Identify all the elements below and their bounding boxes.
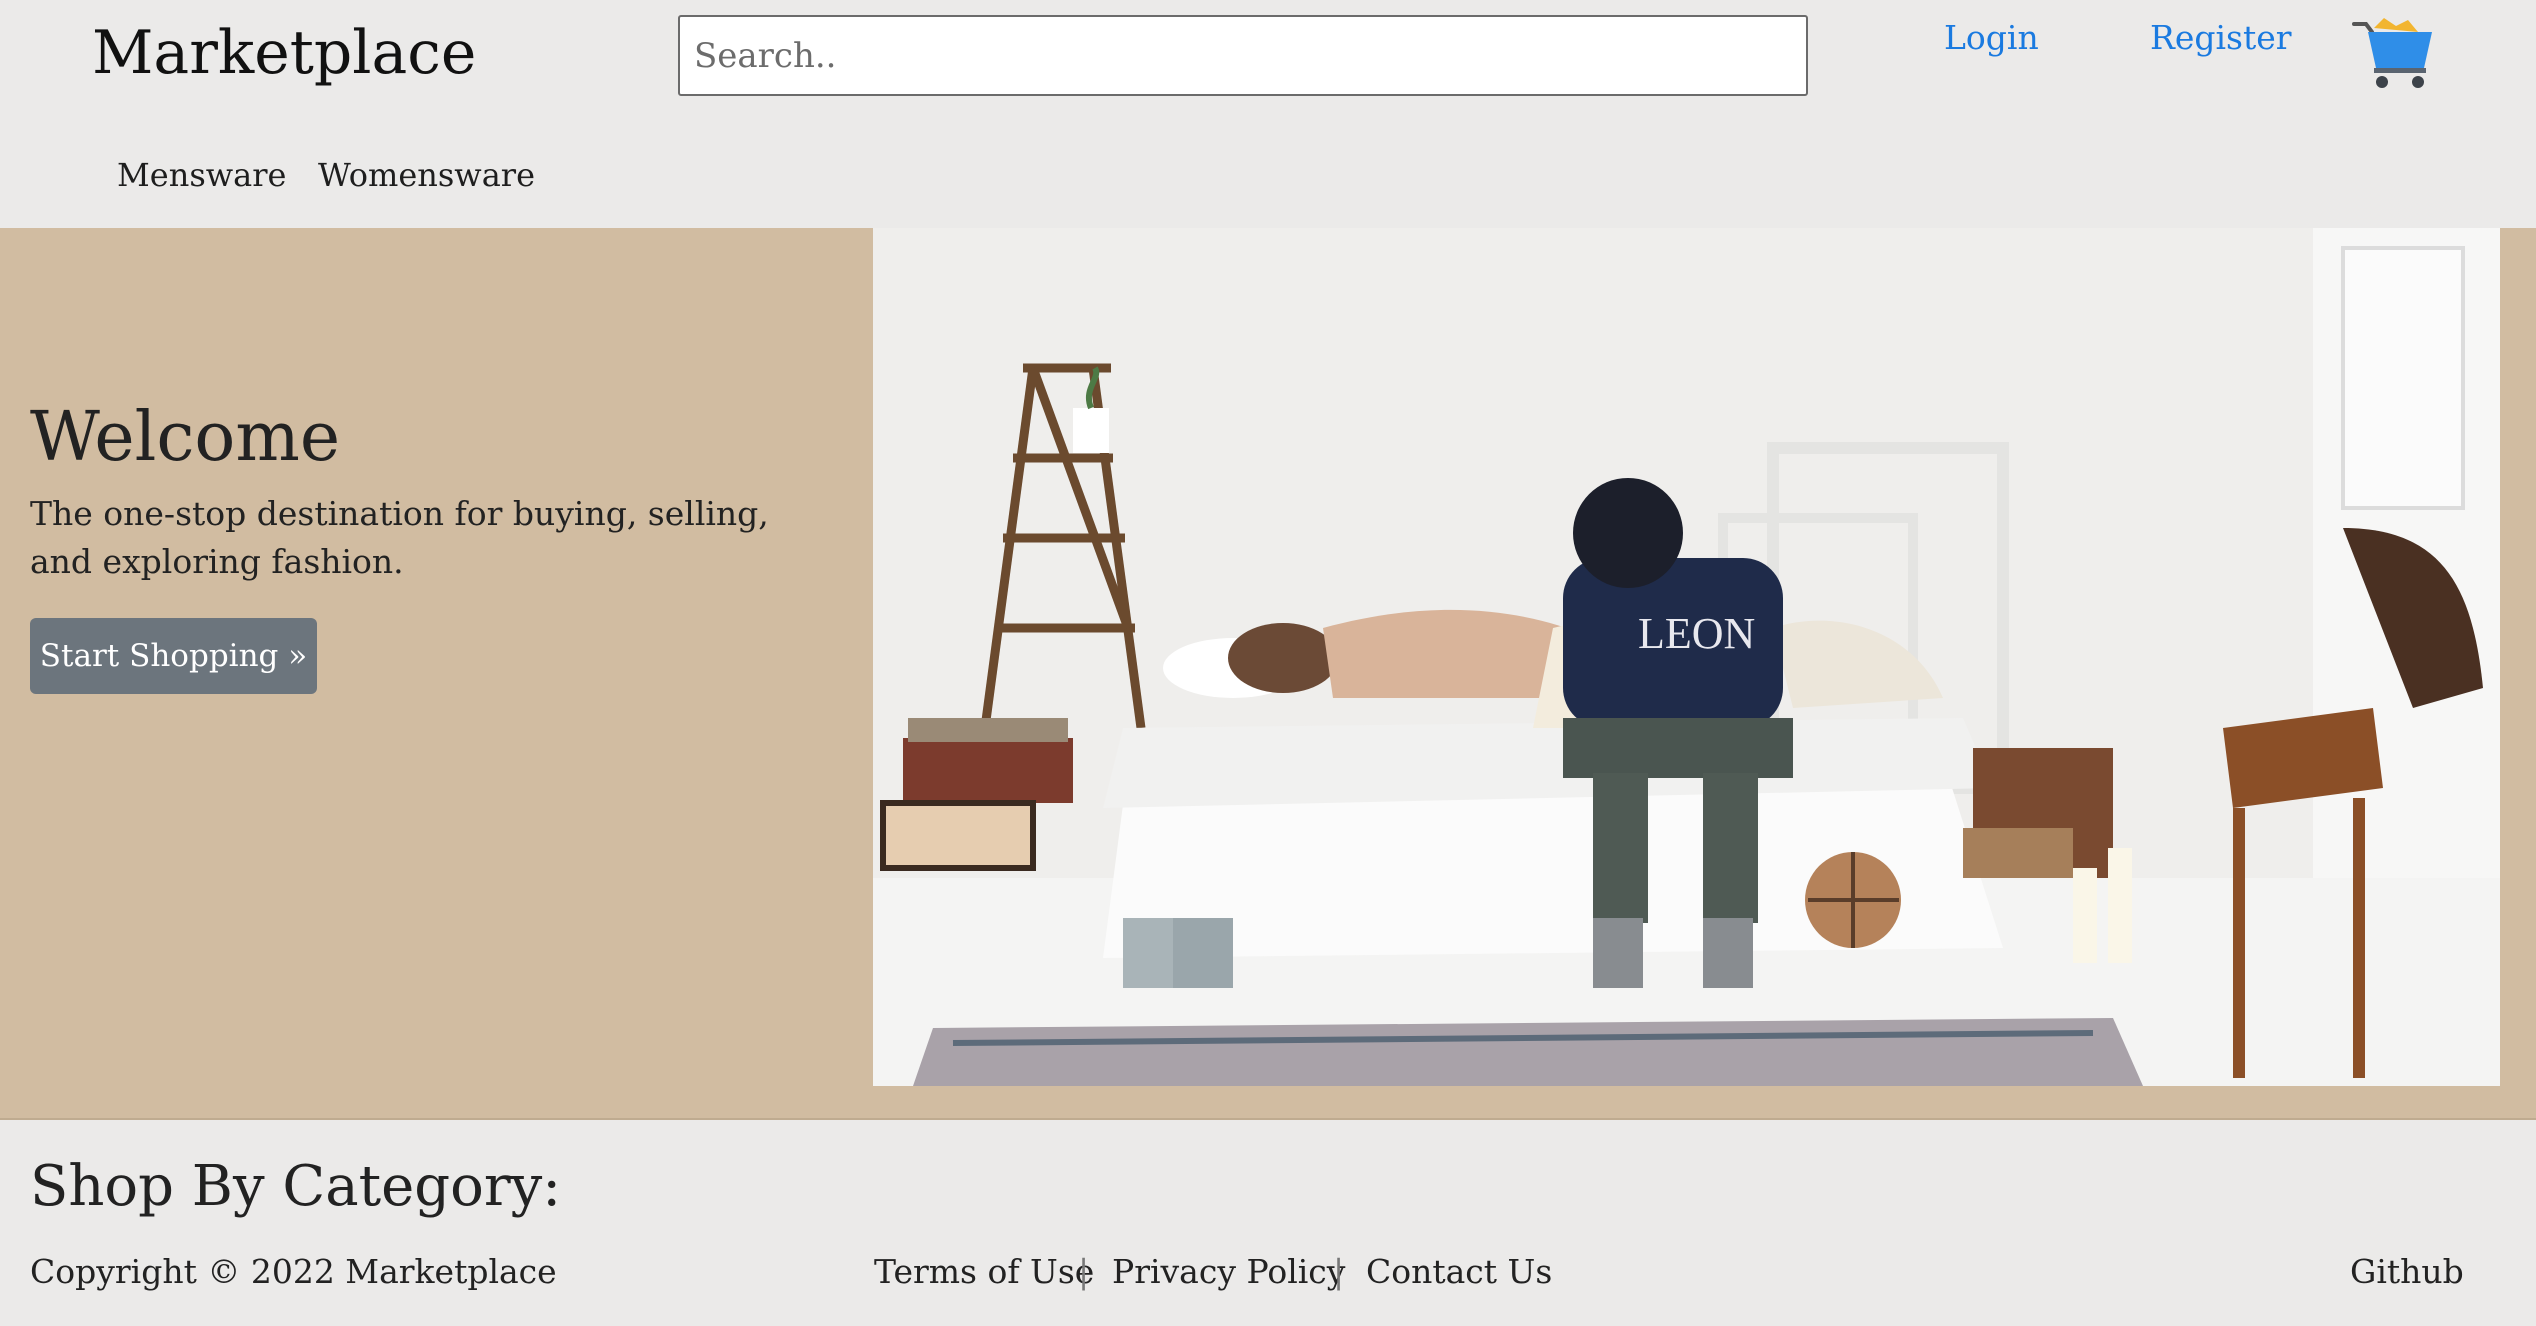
footer-separator: | xyxy=(1333,1252,1345,1291)
section-divider xyxy=(0,1118,2536,1120)
login-link[interactable]: Login xyxy=(1944,18,2039,57)
site-footer: Copyright © 2022 Marketplace Terms of Us… xyxy=(0,1247,2536,1326)
sweatshirt-text: LEON xyxy=(1638,609,1755,658)
register-link[interactable]: Register xyxy=(2150,18,2292,57)
nav-mensware[interactable]: Mensware xyxy=(117,156,286,194)
shopping-cart-icon[interactable] xyxy=(2352,18,2434,90)
github-link[interactable]: Github xyxy=(2350,1252,2464,1291)
footer-separator: | xyxy=(1078,1252,1090,1291)
shop-by-category-heading: Shop By Category: xyxy=(30,1154,562,1219)
hero-title: Welcome xyxy=(30,398,341,477)
hero-tagline: The one-stop destination for buying, sel… xyxy=(30,494,769,581)
start-shopping-button[interactable]: Start Shopping » xyxy=(30,618,317,694)
brand-logo[interactable]: Marketplace xyxy=(92,18,476,88)
nav-womensware[interactable]: Womensware xyxy=(318,156,535,194)
hero-image: LEON xyxy=(873,228,2500,1086)
search-input[interactable] xyxy=(678,15,1808,96)
terms-of-use-link[interactable]: Terms of Use xyxy=(874,1252,1094,1291)
privacy-policy-link[interactable]: Privacy Policy xyxy=(1112,1252,1345,1291)
hero-section: Welcome The one-stop destination for buy… xyxy=(0,228,2536,1219)
site-header: Marketplace Login Register Mensware Wome… xyxy=(0,0,2536,228)
contact-us-link[interactable]: Contact Us xyxy=(1366,1252,1552,1291)
copyright-text: Copyright © 2022 Marketplace xyxy=(30,1252,557,1291)
